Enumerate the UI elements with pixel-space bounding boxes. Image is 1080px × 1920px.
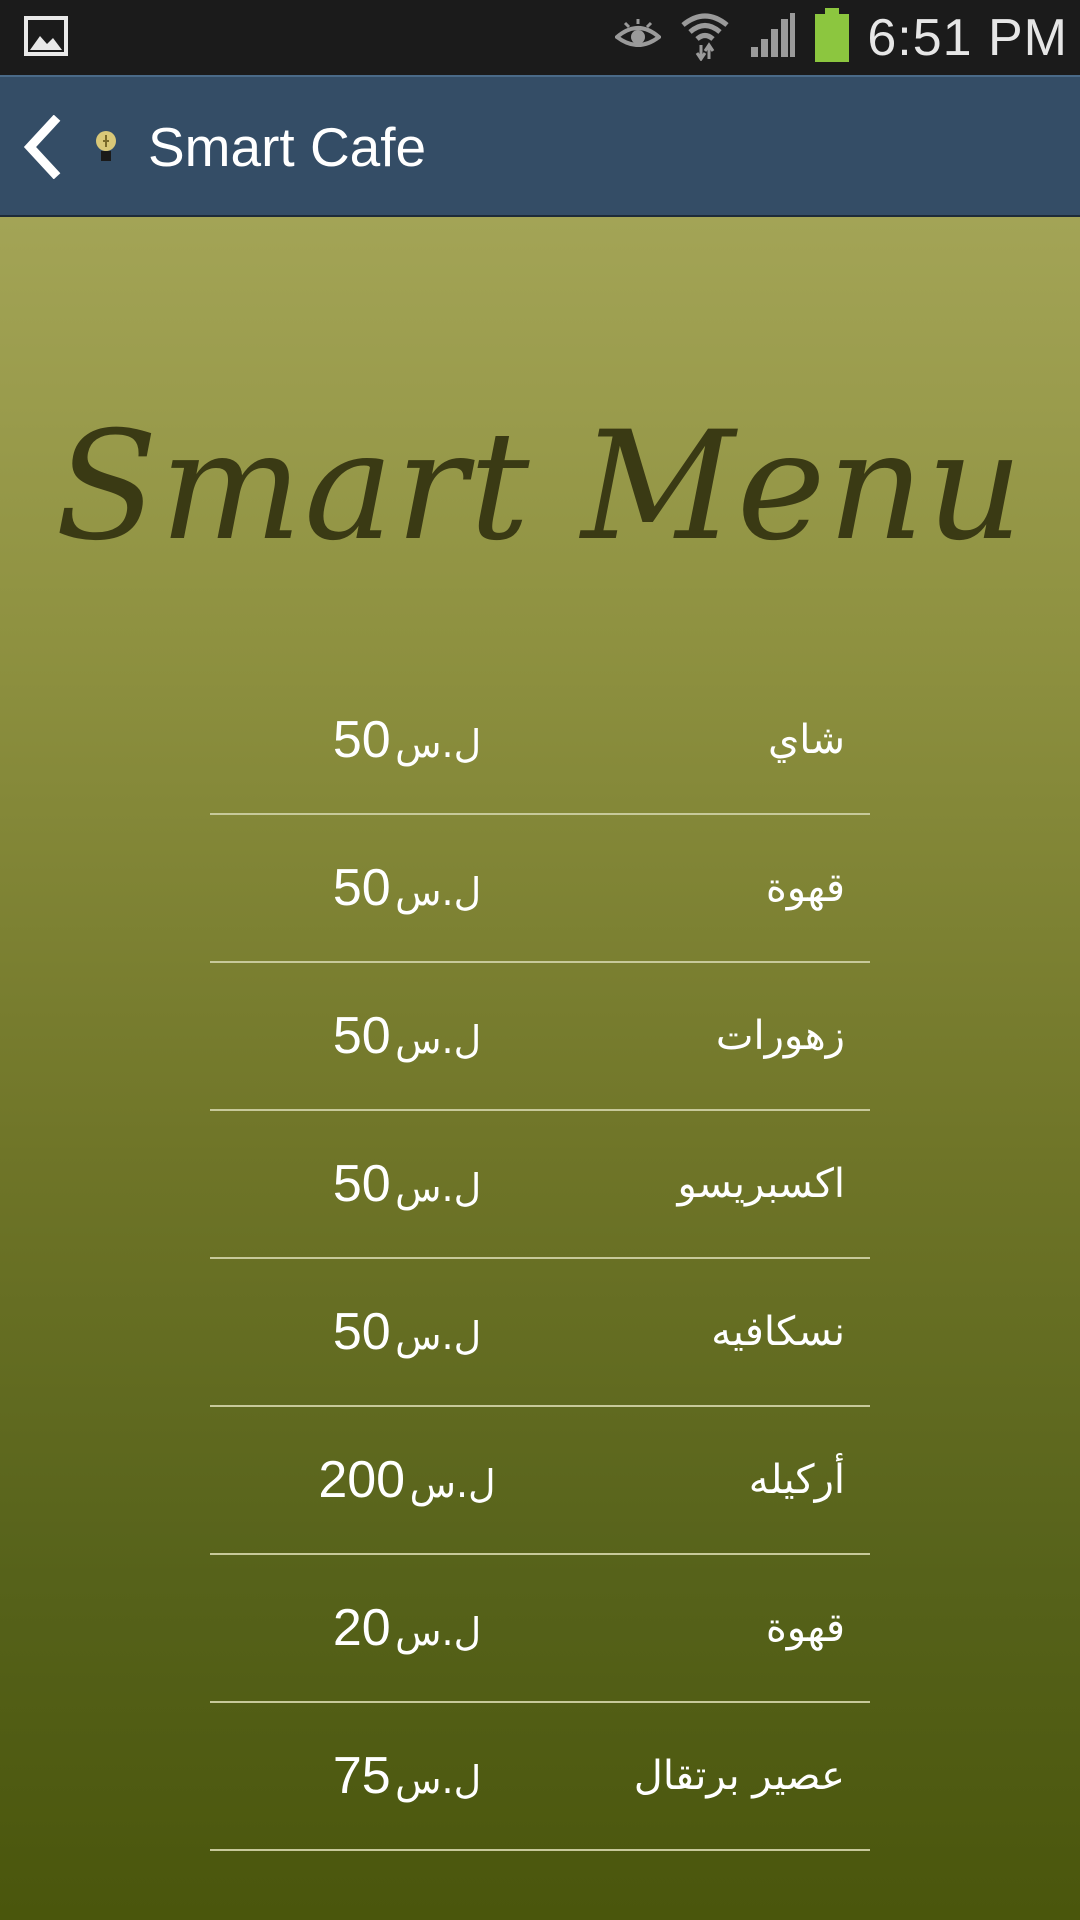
- wifi-icon: [679, 9, 731, 66]
- chevron-left-icon[interactable]: [22, 114, 62, 180]
- gallery-icon: [24, 16, 68, 56]
- menu-item[interactable]: 50 ل.س قهوة: [210, 815, 870, 963]
- price-value: 50: [332, 859, 391, 917]
- menu-list: 50 ل.س شاي 50 ل.س قهوة 50 ل.س زهورات 50 …: [210, 667, 870, 1851]
- item-name: شاي: [767, 717, 845, 763]
- price-currency: ل.س: [395, 722, 482, 766]
- menu-item[interactable]: 50 ل.س نسكافيه: [210, 1259, 870, 1407]
- price-value: 50: [332, 1155, 391, 1213]
- app-title: Smart Cafe: [148, 116, 427, 178]
- item-name: نسكافيه: [711, 1309, 845, 1355]
- item-price: 20 ل.س: [210, 1555, 610, 1701]
- menu-heading-text: Smart Menu: [55, 400, 1025, 574]
- menu-heading: Smart Menu: [0, 377, 1080, 597]
- price-value: 20: [332, 1599, 391, 1657]
- menu-item[interactable]: 50 ل.س شاي: [210, 667, 870, 815]
- item-name: اكسبريسو: [677, 1161, 845, 1207]
- price-currency: ل.س: [395, 1018, 482, 1062]
- item-price: 50 ل.س: [210, 1111, 610, 1257]
- price-currency: ل.س: [395, 1758, 482, 1802]
- price-currency: ل.س: [395, 1610, 482, 1654]
- price-value: 50: [332, 711, 391, 769]
- action-bar: Smart Cafe: [0, 75, 1080, 217]
- menu-screen: Smart Menu 50 ل.س شاي 50 ل.س قهوة 50 ل.س…: [0, 217, 1080, 1920]
- item-name: قهوة: [765, 865, 845, 911]
- menu-item[interactable]: 200 ل.س أركيله: [210, 1407, 870, 1555]
- price-value: 200: [318, 1451, 406, 1509]
- menu-item[interactable]: 20 ل.س قهوة: [210, 1555, 870, 1703]
- item-name: أركيله: [748, 1457, 845, 1503]
- status-bar: 6:51 PM: [0, 0, 1080, 75]
- eye-icon: [614, 17, 663, 58]
- clock: 6:51 PM: [867, 8, 1068, 67]
- item-name: زهورات: [715, 1013, 845, 1059]
- menu-item[interactable]: 50 ل.س زهورات: [210, 963, 870, 1111]
- item-price: 200 ل.س: [210, 1407, 610, 1553]
- item-price: 50 ل.س: [210, 963, 610, 1109]
- price-currency: ل.س: [395, 870, 482, 914]
- item-price: 75 ل.س: [210, 1703, 610, 1849]
- price-currency: ل.س: [409, 1462, 496, 1506]
- lightbulb-icon: [94, 129, 118, 165]
- menu-item[interactable]: 75 ل.س عصير برتقال: [210, 1703, 870, 1851]
- item-price: 50 ل.س: [210, 667, 610, 813]
- price-value: 50: [332, 1303, 391, 1361]
- price-value: 50: [332, 1007, 391, 1065]
- battery-icon: [815, 8, 850, 67]
- item-price: 50 ل.س: [210, 815, 610, 961]
- price-currency: ل.س: [395, 1166, 482, 1210]
- item-name: قهوة: [765, 1605, 845, 1651]
- menu-item[interactable]: 50 ل.س اكسبريسو: [210, 1111, 870, 1259]
- price-value: 75: [332, 1747, 391, 1805]
- item-name: عصير برتقال: [633, 1753, 845, 1799]
- item-price: 50 ل.س: [210, 1259, 610, 1405]
- price-currency: ل.س: [395, 1314, 482, 1358]
- signal-icon: [749, 11, 797, 64]
